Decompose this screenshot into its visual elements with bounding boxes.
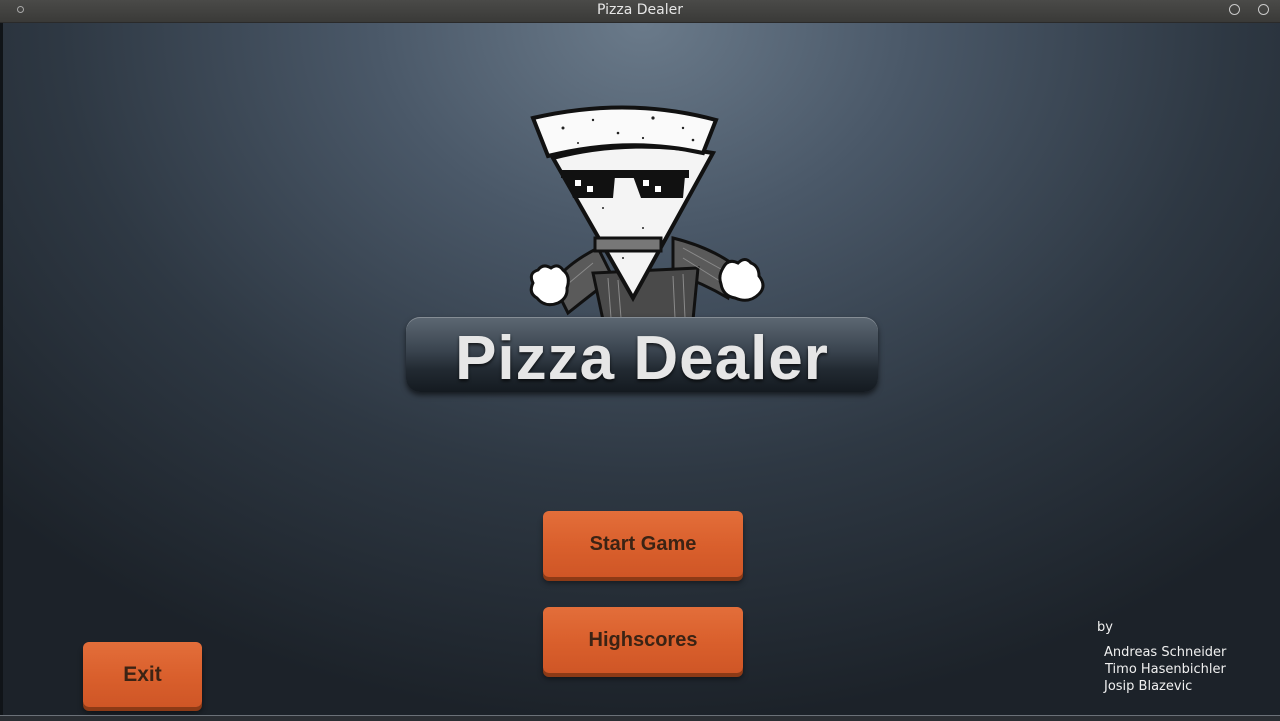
title-plate: Pizza Dealer [406, 317, 878, 393]
credits-by-label: by [1097, 620, 1113, 635]
close-icon[interactable] [1258, 4, 1269, 15]
credits-name: Andreas Schneider [1104, 645, 1227, 660]
game-title: Pizza Dealer [455, 324, 829, 393]
exit-button[interactable]: Exit [83, 642, 202, 707]
pizza-mascot-logo [529, 105, 765, 320]
taskbar [0, 715, 1280, 721]
credits-name: Josip Blazevic [1104, 679, 1193, 694]
window-title: Pizza Dealer [597, 2, 683, 18]
highscores-button[interactable]: Highscores [543, 607, 743, 673]
credits-name: Timo Hasenbichler [1105, 662, 1226, 677]
minimize-icon[interactable] [1229, 4, 1240, 15]
start-game-button[interactable]: Start Game [543, 511, 743, 577]
window-titlebar: Pizza Dealer [0, 0, 1280, 23]
